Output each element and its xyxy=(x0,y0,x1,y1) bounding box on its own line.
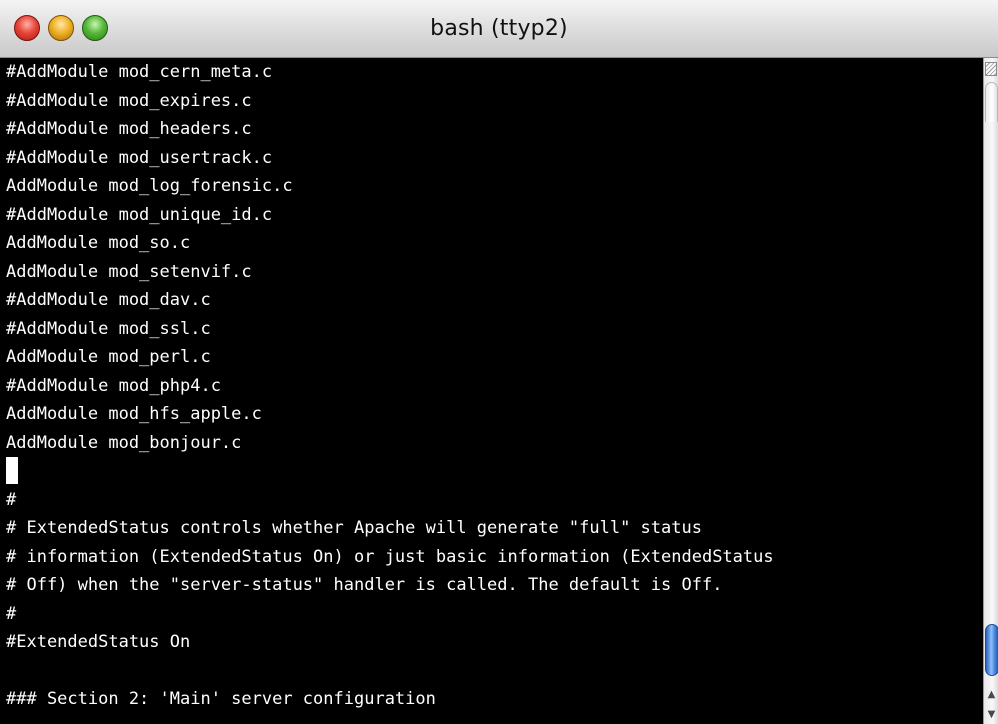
terminal-line: # xyxy=(6,489,17,510)
terminal-line: # ExtendedStatus controls whether Apache… xyxy=(6,518,702,538)
terminal-line: #AddModule mod_usertrack.c xyxy=(6,147,273,168)
title-bar[interactable]: bash (ttyp2) xyxy=(0,0,998,58)
terminal-line: AddModule mod_so.c xyxy=(6,233,191,253)
terminal-line: AddModule mod_setenvif.c xyxy=(6,261,252,282)
terminal-line: #AddModule mod_dav.c xyxy=(6,290,211,310)
scroll-thumb[interactable] xyxy=(985,624,998,676)
terminal-line: ### Section 2: 'Main' server configurati… xyxy=(6,689,436,709)
terminal-line: #AddModule mod_php4.c xyxy=(6,375,221,396)
terminal-line: #AddModule mod_unique_id.c xyxy=(6,204,273,225)
arrow-down-icon[interactable]: ▼ xyxy=(985,704,998,724)
terminal-line: # Off) when the "server-status" handler … xyxy=(6,575,723,595)
window-title: bash (ttyp2) xyxy=(430,16,568,41)
terminal-line: #ExtendedStatus On xyxy=(6,632,191,652)
text-cursor xyxy=(6,457,18,484)
terminal-line: AddModule mod_hfs_apple.c xyxy=(6,404,262,424)
terminal-window: bash (ttyp2) #AddModule mod_cern_meta.c … xyxy=(0,0,998,724)
terminal-line: # xyxy=(6,603,17,624)
terminal-line: AddModule mod_perl.c xyxy=(6,347,211,367)
terminal-content[interactable]: #AddModule mod_cern_meta.c #AddModule mo… xyxy=(0,58,983,724)
terminal-line: #AddModule mod_headers.c xyxy=(6,119,252,139)
terminal-line: # information (ExtendedStatus On) or jus… xyxy=(6,546,774,567)
scroll-track-top xyxy=(985,82,998,122)
terminal-line: #AddModule mod_ssl.c xyxy=(6,318,211,339)
cursor-line xyxy=(6,457,774,486)
terminal-lines: #AddModule mod_cern_meta.c #AddModule mo… xyxy=(6,58,774,714)
terminal-line: #AddModule mod_expires.c xyxy=(6,90,252,111)
arrow-up-icon[interactable]: ▲ xyxy=(985,684,998,704)
split-pane-icon[interactable] xyxy=(985,62,997,76)
terminal-line: AddModule mod_bonjour.c xyxy=(6,432,242,453)
vertical-scrollbar[interactable]: ▲ ▼ xyxy=(983,58,998,724)
terminal-line: #AddModule mod_cern_meta.c xyxy=(6,62,273,82)
terminal-line: AddModule mod_log_forensic.c xyxy=(6,176,293,196)
